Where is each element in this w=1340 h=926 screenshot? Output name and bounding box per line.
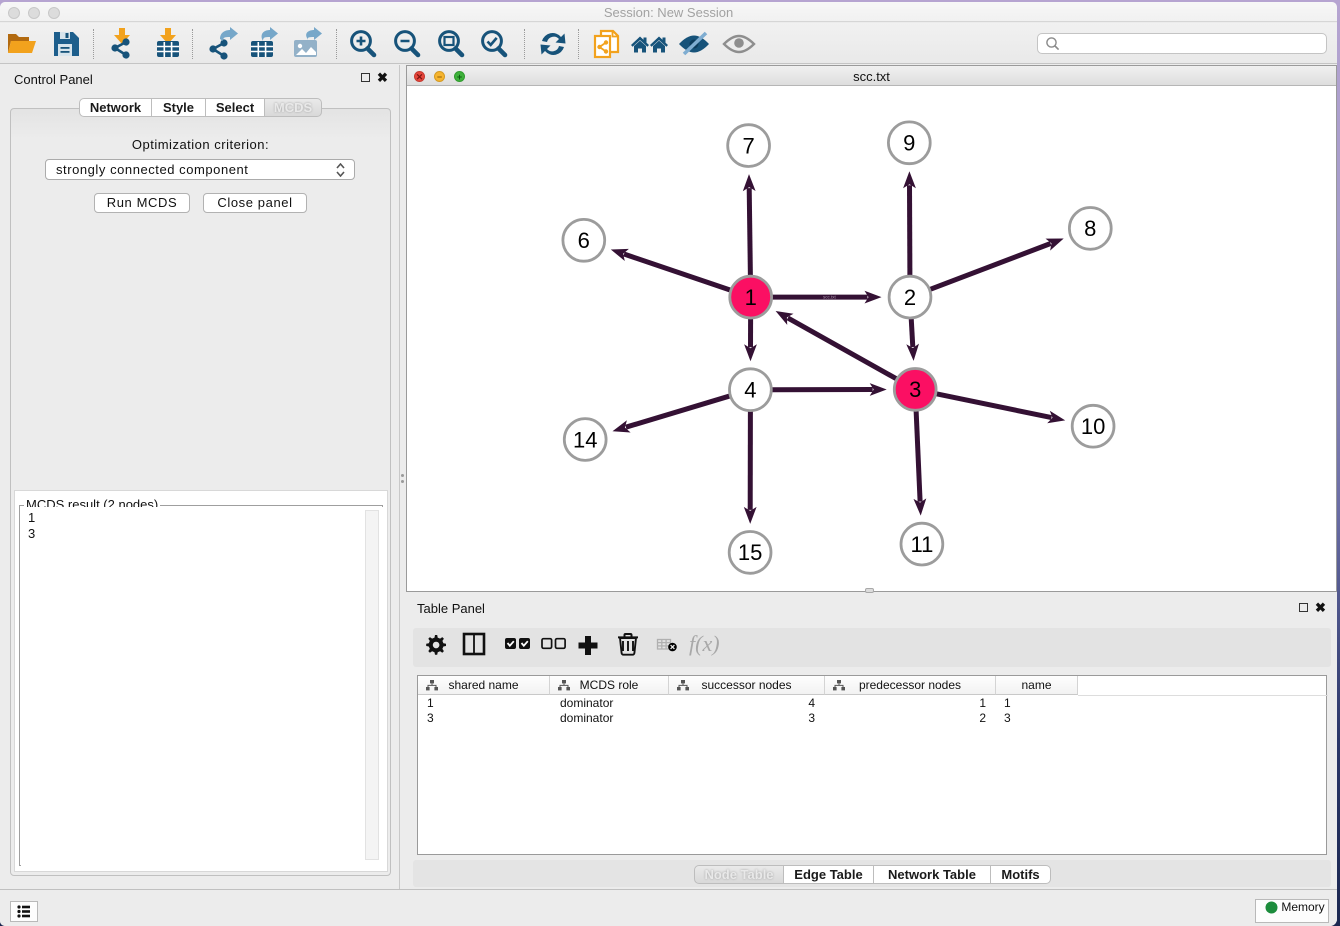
svg-text:6: 6 bbox=[578, 228, 590, 253]
svg-text:10: 10 bbox=[1081, 414, 1105, 439]
svg-text:f(x): f(x) bbox=[689, 631, 720, 656]
svg-text:scc.txt: scc.txt bbox=[823, 295, 837, 300]
svg-text:7: 7 bbox=[742, 133, 754, 158]
svg-text:4: 4 bbox=[744, 378, 756, 403]
svg-text:1: 1 bbox=[745, 285, 757, 310]
svg-text:8: 8 bbox=[1084, 216, 1096, 241]
svg-text:14: 14 bbox=[573, 427, 597, 452]
svg-text:2: 2 bbox=[904, 285, 916, 310]
svg-text:9: 9 bbox=[903, 131, 915, 156]
svg-text:11: 11 bbox=[910, 532, 933, 557]
svg-text:3: 3 bbox=[909, 377, 921, 402]
svg-text:15: 15 bbox=[738, 540, 762, 565]
